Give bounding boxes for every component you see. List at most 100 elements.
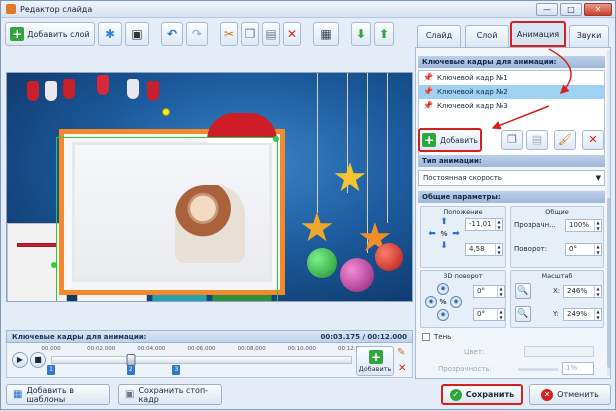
spin-arrows[interactable]: ▲ ▼ (495, 244, 502, 255)
timeline-keyframe-marker[interactable]: 2 (126, 365, 135, 375)
move-down-icon: ⬇ (355, 27, 367, 41)
delete-keyframe-icon[interactable]: ✕ (398, 363, 406, 374)
arrow-up-icon[interactable]: ⬆ (439, 217, 449, 227)
selection-box[interactable] (56, 137, 278, 301)
cut-button[interactable]: ✂ (220, 22, 238, 46)
anchor-point[interactable] (273, 136, 279, 142)
shadow-checkbox[interactable] (422, 333, 430, 341)
keyframe-item[interactable]: 📌 Ключевой кадр №3 (419, 99, 604, 113)
delete-icon: ✕ (286, 27, 298, 41)
copy-keyframe-button[interactable]: ❐ (501, 130, 523, 150)
center-icon[interactable]: % (439, 229, 449, 239)
timeline-add-button[interactable]: + Добавить (356, 346, 394, 376)
position-x-input[interactable]: -11,01 ▲ ▼ (465, 218, 503, 231)
move-down-button[interactable]: ⬇ (351, 22, 371, 46)
scale-y-input[interactable]: 249% ▲ ▼ (563, 308, 602, 321)
animation-type-select[interactable]: Постоянная скорость ▼ (418, 170, 605, 186)
spin-arrows[interactable]: ▲ ▼ (594, 286, 601, 297)
cancel-button[interactable]: ✕ Отменить (529, 384, 611, 405)
timeline-add-label: Добавить (358, 365, 392, 373)
tab-animation[interactable]: Анимация (510, 21, 566, 47)
rotate3d-down-icon[interactable]: ◉ (437, 309, 449, 321)
shadow-color-picker[interactable] (524, 346, 594, 357)
rotate3d-b-input[interactable]: 0° ▲ ▼ (473, 308, 505, 321)
shadow-opacity-input[interactable]: 1% (562, 362, 594, 375)
tab-bar: Слайд Слой Анимация Звуки (415, 21, 615, 47)
spin-arrows[interactable]: ▲ ▼ (495, 219, 502, 230)
paste-button[interactable]: ▤ (262, 22, 280, 46)
zoom-x-icon[interactable]: 🔍 (515, 283, 531, 299)
stop-button[interactable]: ■ (30, 352, 46, 368)
move-up-button[interactable]: ⬆ (374, 22, 394, 46)
opacity-input[interactable]: 100% ▲ ▼ (565, 219, 602, 232)
add-keyframe-button[interactable]: + Добавить (418, 128, 482, 152)
play-button[interactable]: ▶ (12, 352, 28, 368)
keyframe-item-selected[interactable]: 📌 Ключевой кадр №2 (419, 85, 604, 99)
keyframe-item[interactable]: 📌 Ключевой кадр №1 (419, 71, 604, 85)
rotate3d-a-value: 0° (477, 287, 485, 295)
camera-button[interactable]: ▣ (125, 22, 149, 46)
spin-arrows[interactable]: ▲ ▼ (594, 309, 601, 320)
close-button[interactable]: ✕ (584, 3, 612, 16)
timeline-track[interactable] (51, 356, 352, 364)
panel-scrollbar[interactable] (607, 50, 610, 376)
arrow-left-icon[interactable]: ⬅ (427, 229, 437, 239)
add-layer-button[interactable]: + Добавить слой (5, 22, 95, 46)
scale-x-input[interactable]: 246% ▲ ▼ (563, 285, 602, 298)
copy-button[interactable]: ❐ (241, 22, 259, 46)
tab-sounds[interactable]: Звуки (569, 25, 609, 47)
arrow-down-icon[interactable]: ⬇ (439, 241, 449, 251)
zoom-y-icon[interactable]: 🔍 (515, 306, 531, 322)
paste-icon: ▤ (265, 27, 277, 41)
effects-button[interactable]: ✱ (98, 22, 122, 46)
shadow-opacity-slider[interactable] (518, 368, 558, 371)
delete-keyframe-button[interactable]: ✕ (582, 130, 604, 150)
slide-canvas[interactable]: ★ ★ ★ (6, 72, 413, 302)
minimize-button[interactable]: — (536, 3, 558, 16)
opacity-label: Прозрачн... (514, 221, 556, 229)
save-still-button[interactable]: ▣ Сохранить стоп-кадр (118, 384, 222, 405)
spin-arrows[interactable]: ▲ ▼ (594, 220, 601, 231)
position-y-input[interactable]: 4,58 ▲ ▼ (465, 243, 503, 256)
grid-button[interactable]: ▦ (313, 22, 339, 46)
rotate3d-up-icon[interactable]: ◉ (437, 283, 449, 295)
save-still-label: Сохранить стоп-кадр (138, 385, 209, 404)
redo-button[interactable]: ↷ (186, 22, 208, 46)
edit-icon[interactable]: ✎ (397, 347, 405, 358)
cancel-label: Отменить (557, 390, 599, 399)
spin-arrows[interactable]: ▲ ▼ (497, 286, 504, 297)
maximize-button[interactable]: □ (560, 3, 582, 16)
window-title: Редактор слайда (20, 4, 93, 14)
rotate3d-a-input[interactable]: 0° ▲ ▼ (473, 285, 505, 298)
paste-keyframe-button[interactable]: ▤ (526, 130, 548, 150)
tab-slide[interactable]: Слайд (417, 25, 461, 47)
timeline-keyframe-marker[interactable]: 3 (172, 365, 181, 375)
undo-icon: ↶ (166, 27, 178, 41)
add-to-templates-button[interactable]: ▦ Добавить в шаблоны (6, 384, 110, 405)
anchor-point[interactable] (51, 262, 57, 268)
rotation-label: Поворот: (514, 245, 548, 253)
arrow-right-icon[interactable]: ➡ (451, 229, 461, 239)
position-y-value: 4,58 (469, 245, 485, 253)
rotate3d-right-icon[interactable]: ◉ (450, 296, 462, 308)
save-label: Сохранить (465, 390, 515, 399)
scrollbar-thumb[interactable] (607, 198, 610, 368)
spin-arrows[interactable]: ▲ ▼ (594, 244, 601, 255)
undo-button[interactable]: ↶ (161, 22, 183, 46)
delete-button[interactable]: ✕ (283, 22, 301, 46)
rotation-input[interactable]: 0° ▲ ▼ (565, 243, 602, 256)
center-icon[interactable]: % (438, 297, 448, 307)
slide-editor-window: Редактор слайда — □ ✕ + Добавить слой ✱ … (0, 0, 616, 410)
brush-button[interactable]: 🖌 (554, 130, 576, 150)
spin-arrows[interactable]: ▲ ▼ (497, 309, 504, 320)
playhead-slider[interactable] (126, 354, 136, 366)
timeline-keyframe-marker[interactable]: 1 (47, 365, 55, 375)
rotate3d-left-icon[interactable]: ◉ (425, 296, 437, 308)
tab-layer[interactable]: Слой (465, 25, 509, 47)
rotate3d-b-value: 0° (477, 310, 485, 318)
save-button[interactable]: ✓ Сохранить (441, 384, 523, 405)
scale-group: Масштаб 🔍 X: 246% ▲ ▼ 🔍 Y: 249% ▲ ▼ (510, 270, 604, 328)
rotate-handle[interactable] (162, 108, 170, 116)
pin-icon: 📌 (423, 101, 433, 110)
position-x-value: -11,01 (469, 220, 492, 228)
